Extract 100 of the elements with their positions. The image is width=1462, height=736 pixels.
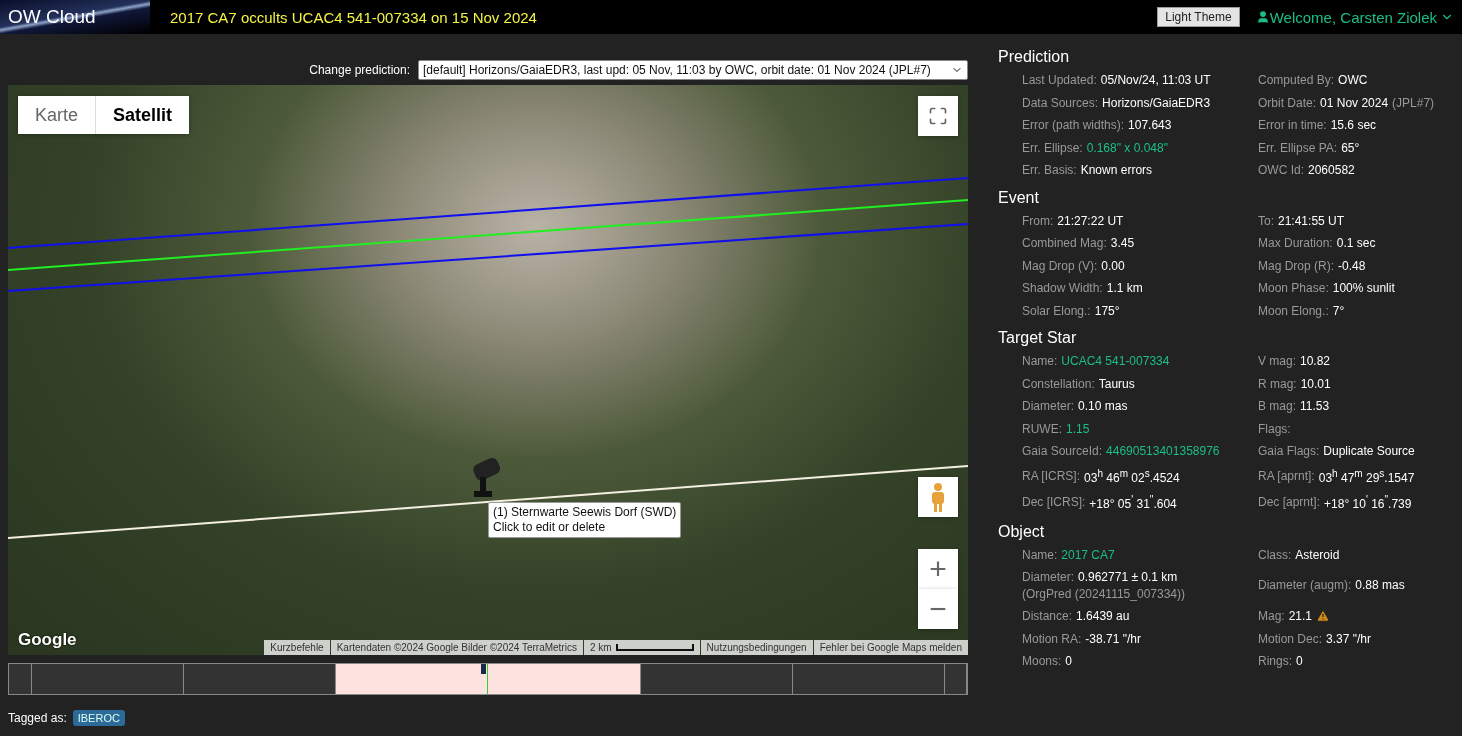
section-heading: Prediction (998, 48, 1071, 66)
attribution-link[interactable]: Kartendaten ©2024 Google Bilder ©2024 TerraMetrics (330, 640, 583, 655)
field-label: Name: (1022, 546, 1058, 563)
field-value: 0.962771 ± 0.1 km (1078, 569, 1178, 586)
field-label: Err. Basis: (1022, 162, 1077, 179)
tooltip-text: Click to edit or delete (493, 520, 607, 535)
field-value: 21:27:22 UT (1057, 212, 1124, 229)
field-link[interactable]: 0.168" x 0.048" (1086, 139, 1168, 156)
field-label: Data Sources: (1022, 94, 1099, 111)
user-icon (1255, 10, 1270, 24)
map-type-tab[interactable]: Satellit (95, 96, 190, 134)
field-value: 100% sunlit (1332, 280, 1395, 297)
field-label: Orbit Date: (1258, 94, 1317, 111)
field-label: Diameter (augm): (1258, 577, 1352, 594)
field-value: -0.48 (1338, 257, 1366, 274)
field-value: 2060582 (1308, 162, 1355, 179)
field-label: Err. Ellipse PA: (1258, 139, 1338, 156)
field-label: Err. Ellipse: (1022, 139, 1083, 156)
field-label: B mag: (1258, 398, 1296, 415)
field-label: RUWE: (1022, 420, 1062, 437)
field-value: 0 (1065, 653, 1073, 670)
field-label: Error (path widths): (1022, 117, 1125, 134)
field-value: +18° 10$^{'}$ 16$^{"}$.739 (1324, 493, 1412, 513)
field-link[interactable]: 2017 CA7 (1061, 546, 1115, 563)
field-label: OWC Id: (1258, 162, 1304, 179)
field-value: 0.10 mas (1078, 398, 1128, 415)
field-value: 10.82 (1300, 353, 1331, 370)
section-heading: Target Star (998, 329, 1078, 347)
field-label: Diameter: (1022, 398, 1074, 415)
field-label: Rings: (1258, 653, 1292, 670)
scale-ruler-icon (615, 644, 694, 651)
field-value: Asteroid (1295, 546, 1340, 563)
field-label: R mag: (1258, 375, 1297, 392)
field-link[interactable]: 1.15 (1066, 420, 1090, 437)
field-value: 03$^{h}$ 47$^{m}$ 29$^{s}$.1547 (1318, 466, 1415, 486)
field-label: Diameter: (1022, 569, 1074, 586)
tag-badge[interactable]: IBEROC (72, 710, 125, 726)
field-label: From: (1022, 212, 1054, 229)
map-type-tab[interactable]: Karte (18, 96, 96, 134)
field-value: 7° (1332, 302, 1345, 319)
field-value: 10.01 (1300, 375, 1331, 392)
field-value: 3.45 (1110, 235, 1135, 252)
tags-label: Tagged as: (8, 711, 67, 725)
map-placeholder[interactable]: Karte Satellit + − (1) Sternwarte Seewis Dorf (SWD) Click to edit or delete Google Kurzbefehle Kartendaten ©2024 Google Bilder ©2024 TerraMetrics 2 km Nutzungsbedingungen Fehler bei Google Maps melden (8, 85, 968, 655)
field-value: +18° 05$^{'}$ 31$^{"}$.604 (1089, 493, 1177, 513)
theme-button[interactable]: Light Theme (1157, 7, 1240, 27)
map-logo: Google (18, 630, 77, 650)
street-view-button[interactable] (918, 477, 958, 517)
person-icon (931, 482, 945, 512)
marker-tooltip[interactable]: (1) Sternwarte Seewis Dorf (SWD) Click to edit or delete (488, 502, 682, 538)
telescope-icon[interactable] (471, 455, 503, 497)
field-value: -38.71 "/hr (1085, 630, 1141, 647)
zoom-out-button[interactable]: − (918, 589, 958, 629)
field-value: Taurus (1098, 375, 1135, 392)
attribution-link[interactable]: Nutzungsbedingungen (700, 640, 813, 655)
field-label: Name: (1022, 353, 1058, 370)
field-label: Moons: (1022, 653, 1062, 670)
field-value: 21:41:55 UT (1278, 212, 1345, 229)
field-label: Mag: (1258, 608, 1285, 625)
field-label: Gaia SourceId: (1022, 443, 1103, 460)
field-value: 3.37 "/hr (1326, 630, 1371, 647)
field-value: 65° (1341, 139, 1360, 156)
attribution-link[interactable]: Fehler bei Google Maps melden (813, 640, 968, 655)
scale-bar[interactable]: 2 km (583, 640, 700, 655)
field-label: Constellation: (1022, 375, 1095, 392)
field-value: 03$^{h}$ 46$^{m}$ 02$^{s}$.4524 (1084, 466, 1180, 486)
select-label: Change prediction: (309, 63, 410, 77)
zoom-in-button[interactable]: + (918, 549, 958, 589)
field-label: Motion RA: (1022, 630, 1082, 647)
field-label: RA [aprnt]: (1258, 467, 1315, 484)
timeline-bar[interactable] (8, 663, 968, 695)
fullscreen-button[interactable] (918, 96, 958, 136)
field-value: Horizons/GaiaEDR3 (1102, 94, 1211, 111)
field-label: Mag Drop (V): (1022, 257, 1098, 274)
field-label: Error in time: (1258, 117, 1327, 134)
user-menu[interactable]: Welcome, Carsten Ziolek (1269, 8, 1454, 26)
field-label: To: (1258, 212, 1274, 229)
field-label: V mag: (1258, 353, 1296, 370)
app-logo[interactable]: OW Cloud (0, 0, 150, 34)
time-marker[interactable] (481, 664, 486, 674)
field-label: Flags: (1258, 420, 1291, 437)
field-value: 0.1 sec (1336, 235, 1376, 252)
field-link[interactable]: 44690513401358976 (1106, 443, 1220, 460)
field-value: 1.1 km (1106, 280, 1143, 297)
field-value: Duplicate Source (1323, 443, 1415, 460)
field-value: 0.00 (1101, 257, 1125, 274)
field-label: Dec [ICRS]: (1022, 494, 1086, 511)
field-label: Last Updated: (1022, 72, 1097, 89)
field-value: Known errors (1080, 162, 1153, 179)
field-value: OWC (1338, 72, 1368, 89)
field-link[interactable]: UCAC4 541-007334 (1061, 353, 1170, 370)
field-value: 0.88 mas (1355, 577, 1405, 594)
prediction-select[interactable]: [default] Horizons/GaiaEDR3, last upd: 05 Nov, 11:03 by OWC, orbit date: 01 Nov 2024 (JPL#7) (418, 60, 968, 80)
field-value: 21.1 (1288, 608, 1313, 625)
field-label: RA [ICRS]: (1022, 467, 1080, 484)
attribution-link[interactable]: Kurzbefehle (264, 640, 330, 655)
field-value: 01 Nov 2024 (1320, 94, 1389, 111)
field-label: Shadow Width: (1022, 280, 1103, 297)
event-time-line (487, 664, 488, 694)
field-value: 11.53 (1300, 398, 1330, 415)
